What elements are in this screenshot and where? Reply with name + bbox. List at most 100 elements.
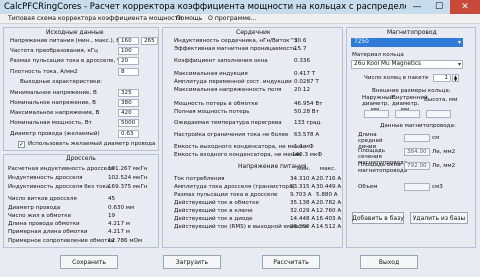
core-data-unit: см3 [432, 184, 443, 190]
core-row-value: 63.578 А [294, 132, 320, 138]
core-data-title: Данные магнитопровода: [380, 123, 456, 129]
core-row-value: 133 град. [294, 120, 323, 126]
frequency-label: Частота преобразования, кГц [10, 48, 98, 54]
title-bar: CalcPFCRingCores - Расчет корректора коэ… [0, 0, 480, 14]
save-button[interactable]: Сохранить [60, 255, 118, 269]
current-row-max: 5.880 А [316, 192, 338, 198]
inductor-row-label: Примерная длина обмотки [8, 229, 88, 235]
current-row-label: Ток потребления [174, 176, 225, 182]
inductor-row-label: Число жил в обмотке [8, 213, 72, 219]
maximize-button[interactable]: ☐ [428, 0, 450, 14]
min-voltage-label: Минимальное напряжение, В [10, 90, 97, 96]
magnetic-core-section-title: Магнитопровод [387, 29, 437, 36]
inductor-row-label: Число витков дросселя [8, 196, 77, 202]
inductor-row-value: 169.375 мкГн [108, 184, 148, 190]
core-row-label: Мощность потерь в обмотке [174, 101, 259, 107]
wire-diameter-label: Диаметр провода (желаемый) [10, 131, 100, 137]
col-min-header: мин. [297, 166, 311, 172]
add-to-database-button[interactable]: Добавить в базу [352, 212, 404, 224]
inductor-row-value: 45 [108, 196, 116, 202]
delete-from-database-button[interactable]: Удалить из базы [410, 212, 468, 224]
current-density-input[interactable]: 8 [118, 68, 139, 76]
core-row-label: Коэффициент заполнения окна [174, 58, 268, 64]
core-data-field[interactable]: 792.00 [404, 162, 430, 170]
current-row-max: 12.760 А [316, 208, 342, 214]
core-row-label: Полная мощность потерь [174, 109, 250, 115]
outer-diameter-field[interactable] [364, 110, 389, 118]
core-row-value: 46.954 Вт [294, 101, 323, 107]
frequency-input[interactable]: 100 [118, 47, 139, 55]
core-row-value: 50.28 Вт [294, 109, 319, 115]
ring-dimensions-title: Внешние размеры кольца: [372, 88, 451, 94]
use-wire-diameter-checkbox[interactable]: ✓ [18, 141, 25, 148]
core-data-field[interactable]: 384.00 [404, 148, 430, 156]
current-row-label: Действующий ток (RMS) в выходной емкости [174, 224, 308, 230]
current-row-min: 53.315 А [290, 184, 316, 190]
ripple-label: Размах пульсации тока в дросселе, % [10, 58, 123, 64]
menu-typical-scheme[interactable]: Типовая схема корректора коэффициента мо… [8, 15, 182, 22]
core-data-label: Площадь окна магнитопровода [358, 162, 408, 174]
nominal-voltage-input[interactable]: 380 [118, 99, 139, 107]
menu-bar: Типовая схема корректора коэффициента мо… [0, 14, 480, 24]
exit-button[interactable]: Выход [360, 255, 418, 269]
core-row-value: 0.0287 Т [294, 79, 319, 85]
output-section-title: Выходные характеристики: [20, 79, 102, 85]
core-row-value: 50.6 [294, 38, 307, 44]
inductor-row-value: 12.786 мОм [108, 238, 143, 244]
close-button[interactable]: ✕ [450, 0, 480, 14]
menu-about[interactable]: О программе... [208, 15, 257, 22]
core-row-value: 20.12 [294, 87, 311, 93]
core-row-label: Ожидаемая температура перегрева [174, 120, 282, 126]
core-row-value: 0.336 [294, 58, 311, 64]
nominal-voltage-label: Номинальное напряжение, В [10, 100, 97, 106]
core-type-value: 7250 [354, 39, 369, 45]
core-row-label: Максимальная напряженность поля [174, 87, 282, 93]
chevron-down-icon: ▾ [457, 61, 461, 68]
height-label: Высота, мм [424, 97, 458, 103]
current-row-label: Амплитуда тока дросселя (транзистора) [174, 184, 295, 190]
current-row-label: Действующий ток в ключе [174, 208, 253, 214]
core-row-label: Максимальная индукция [174, 71, 248, 77]
current-row-max: 30.449 А [316, 184, 342, 190]
wire-diameter-input[interactable]: 0.63 [118, 130, 139, 138]
current-row-max: 20.782 А [316, 200, 342, 206]
minimize-button[interactable]: — [406, 0, 428, 14]
supply-voltage-min-input[interactable]: 160 [118, 37, 139, 45]
rings-count-input[interactable]: 1 [433, 74, 451, 82]
inductor-row-label: Длина провода обмотки [8, 221, 80, 227]
max-voltage-label: Максимальное напряжение, В [10, 110, 100, 116]
core-row-label: Амплитуда переменной сост. индукции [174, 79, 292, 85]
inner-diameter-field[interactable] [395, 110, 420, 118]
current-density-label: Плотность тока, А/мм2 [10, 69, 78, 75]
current-row-min: 9.703 А [290, 192, 312, 198]
current-row-max: 16.403 А [316, 216, 342, 222]
current-row-label: Действующий ток в обмотке [174, 200, 259, 206]
material-value: 26u Kool Mu Magnetics [354, 61, 422, 67]
inductor-row-label: Расчетная индуктивность дросселя [8, 166, 115, 172]
material-select[interactable]: 26u Kool Mu Magnetics ▾ [351, 60, 463, 69]
menu-help[interactable]: Помощь [176, 15, 202, 22]
ripple-input[interactable]: 20 [118, 57, 139, 65]
core-type-select[interactable]: 7250 ▾ [351, 38, 463, 47]
current-row-min: 14.448 А [290, 216, 316, 222]
current-row-min: 26.290 А [290, 224, 316, 230]
max-voltage-input[interactable]: 420 [118, 109, 139, 117]
core-data-unit: см [432, 135, 440, 141]
core-section-title: Сердечник [236, 29, 271, 36]
min-voltage-input[interactable]: 325 [118, 89, 139, 97]
rings-count-spinner[interactable]: ▲ ▼ [452, 74, 459, 82]
load-button[interactable]: Загрузить [163, 255, 221, 269]
window-title: CalcPFCRingCores - Расчет корректора коэ… [4, 2, 406, 12]
height-field[interactable] [426, 110, 451, 118]
inductor-row-value: 19 [108, 213, 116, 219]
core-row-label: Индуктивность сердечника, нГн/Виток^2 [174, 38, 298, 44]
core-row-label: Емкость входного конденсатора, не менее [174, 152, 302, 158]
core-data-field[interactable] [404, 183, 430, 191]
current-row-label: Действующий ток в диоде [174, 216, 253, 222]
nominal-power-input[interactable]: 5000 [118, 119, 139, 127]
inductor-row-value: 4.217 м [108, 221, 131, 227]
calculate-button[interactable]: Рассчитать [262, 255, 320, 269]
supply-voltage-max-input[interactable]: 265 [141, 37, 158, 45]
core-data-field[interactable] [404, 134, 430, 142]
inductor-row-value: 101.267 мкГн [108, 166, 148, 172]
